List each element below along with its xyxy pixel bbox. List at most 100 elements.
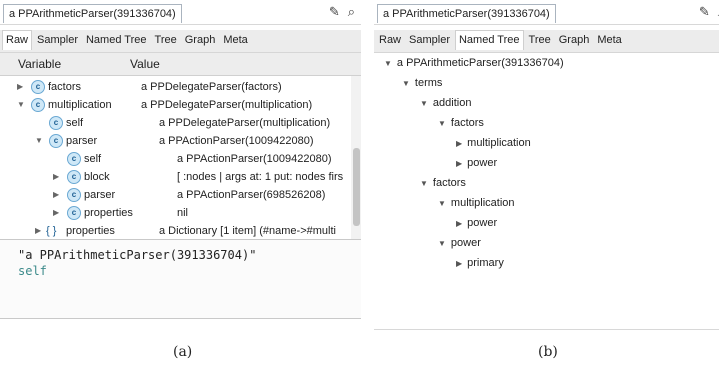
tab-graph[interactable]: Graph [556, 30, 593, 50]
window-title-tab[interactable]: a PPArithmeticParser(391336704) [377, 4, 556, 23]
collapse-triangle-icon[interactable]: ▼ [35, 132, 43, 150]
collapse-triangle-icon[interactable]: ▼ [384, 59, 392, 68]
window-title-tab[interactable]: a PPArithmeticParser(391336704) [3, 4, 182, 23]
tree-node[interactable]: ▼ factors [438, 117, 484, 129]
view-tabs: Raw Sampler Named Tree Tree Graph Meta [0, 30, 361, 53]
row-variable: self [66, 117, 84, 129]
tab-sampler[interactable]: Sampler [406, 30, 453, 50]
named-tree: ▼ a PPArithmeticParser(391336704) ▼ terms … [374, 53, 719, 313]
tree-node-label: factors [450, 117, 484, 129]
collapse-triangle-icon[interactable]: ▼ [420, 179, 428, 188]
braces-icon: { } [46, 225, 57, 237]
row-value: [ :nodes | args at: 1 put: nodes firs [177, 171, 344, 183]
table-row[interactable]: ▶ c properties nil [0, 204, 349, 222]
tree-node-label: terms [414, 77, 443, 89]
row-value: a PPActionParser(698526208) [177, 189, 326, 201]
tab-named-tree[interactable]: Named Tree [454, 30, 524, 50]
variables-table: ▶ c factors a PPDelegateParser(factors) … [0, 76, 361, 239]
row-value: a PPActionParser(1009422080) [177, 153, 332, 165]
expand-triangle-icon[interactable]: ▶ [35, 222, 41, 239]
expand-triangle-icon[interactable]: ▶ [17, 78, 23, 96]
tree-node[interactable]: ▼ power [438, 237, 481, 249]
tree-node-label: addition [432, 97, 472, 109]
class-c-icon: c [49, 134, 63, 148]
tab-named-tree[interactable]: Named Tree [83, 30, 150, 50]
pencil-icon[interactable]: ✎ [329, 4, 340, 19]
row-variable: parser [84, 189, 116, 201]
title-bar: a PPArithmeticParser(391336704) ✎⌕ [0, 0, 361, 25]
class-c-icon: c [67, 206, 81, 220]
collapse-triangle-icon[interactable]: ▼ [438, 199, 446, 208]
title-tools: ✎⌕ [321, 4, 355, 20]
table-row[interactable]: ▶ c block [ :nodes | args at: 1 put: nod… [0, 168, 349, 186]
tree-node[interactable]: ▼ addition [420, 97, 471, 109]
collapse-triangle-icon[interactable]: ▼ [17, 96, 25, 114]
title-bar: a PPArithmeticParser(391336704) ✎⌕ [374, 0, 719, 25]
row-variable: properties [84, 207, 133, 219]
tab-tree[interactable]: Tree [526, 30, 554, 50]
table-row[interactable]: ▶ c factors a PPDelegateParser(factors) [0, 78, 349, 96]
class-c-icon: c [67, 152, 81, 166]
collapse-triangle-icon[interactable]: ▼ [438, 239, 446, 248]
tree-node[interactable]: ▶ multiplication [456, 137, 531, 149]
column-header-value[interactable]: Value [130, 57, 160, 71]
tab-meta[interactable]: Meta [594, 30, 624, 50]
collapse-triangle-icon[interactable]: ▼ [438, 119, 446, 128]
tab-tree[interactable]: Tree [152, 30, 180, 50]
title-tools: ✎⌕ [691, 4, 719, 20]
tree-node[interactable]: ▶ power [456, 217, 497, 229]
pencil-icon[interactable]: ✎ [699, 4, 710, 19]
tree-node-label: multiplication [467, 137, 531, 149]
collapse-triangle-icon[interactable]: ▼ [420, 99, 428, 108]
inspector-panel-named-tree: a PPArithmeticParser(391336704) ✎⌕ RawSa… [374, 0, 719, 330]
row-value: a Dictionary [1 item] (#name->#multi [159, 225, 336, 237]
table-header: Variable Value [0, 53, 361, 76]
tab-raw[interactable]: Raw [376, 30, 404, 50]
code-editor[interactable]: "a PPArithmeticParser(391336704)" self [0, 239, 361, 319]
tab-raw[interactable]: Raw [2, 30, 33, 50]
row-variable: factors [48, 81, 82, 93]
table-row[interactable]: c self a PPActionParser(1009422080) [0, 150, 349, 168]
tree-node-label: a PPArithmeticParser(391336704) [396, 57, 564, 69]
table-row[interactable]: ▼ c multiplication a PPDelegateParser(mu… [0, 96, 349, 114]
expand-triangle-icon[interactable]: ▶ [456, 259, 462, 268]
tree-node[interactable]: ▼ terms [402, 77, 442, 89]
row-value: a PPDelegateParser(multiplication) [159, 117, 331, 129]
column-header-variable[interactable]: Variable [18, 57, 61, 71]
tree-node[interactable]: ▼ factors [420, 177, 466, 189]
table-row[interactable]: ▼ c parser a PPActionParser(1009422080) [0, 132, 349, 150]
class-c-icon: c [31, 98, 45, 112]
expand-triangle-icon[interactable]: ▶ [456, 139, 462, 148]
scrollbar-thumb[interactable] [353, 148, 360, 226]
tree-node[interactable]: ▼ multiplication [438, 197, 515, 209]
inspector-panel-raw: a PPArithmeticParser(391336704) ✎ ⌕ Raw Sa… [0, 0, 361, 319]
row-variable: self [84, 153, 102, 165]
tab-sampler[interactable]: Sampler [34, 30, 81, 50]
expand-triangle-icon[interactable]: ▶ [456, 159, 462, 168]
caption-a: (a) [173, 344, 193, 360]
row-variable: multiplication [48, 99, 112, 111]
tab-meta[interactable]: Meta [220, 30, 250, 50]
class-c-icon: c [49, 116, 63, 130]
row-variable: properties [66, 225, 115, 237]
row-value: a PPDelegateParser(factors) [141, 81, 282, 93]
magnifier-icon[interactable]: ⌕ [348, 4, 355, 19]
tree-node[interactable]: ▶ power [456, 157, 497, 169]
code-comment-line: "a PPArithmeticParser(391336704)" [18, 248, 257, 262]
table-row[interactable]: ▶ { } properties a Dictionary [1 item] (… [0, 222, 349, 239]
expand-triangle-icon[interactable]: ▶ [53, 204, 59, 222]
expand-triangle-icon[interactable]: ▶ [53, 186, 59, 204]
tree-node[interactable]: ▶ primary [456, 257, 504, 269]
tree-node-label: multiplication [450, 197, 515, 209]
tab-graph[interactable]: Graph [182, 30, 219, 50]
row-value: a PPActionParser(1009422080) [159, 135, 314, 147]
table-row[interactable]: c self a PPDelegateParser(multiplication… [0, 114, 349, 132]
tree-node[interactable]: ▼ a PPArithmeticParser(391336704) [384, 57, 564, 69]
row-value: a PPDelegateParser(multiplication) [141, 99, 313, 111]
expand-triangle-icon[interactable]: ▶ [53, 168, 59, 186]
vertical-scrollbar[interactable] [351, 76, 361, 239]
view-tabs: Raw Sampler Named Tree Tree Graph Meta [374, 30, 719, 53]
table-row[interactable]: ▶ c parser a PPActionParser(698526208) [0, 186, 349, 204]
expand-triangle-icon[interactable]: ▶ [456, 219, 462, 228]
collapse-triangle-icon[interactable]: ▼ [402, 79, 410, 88]
